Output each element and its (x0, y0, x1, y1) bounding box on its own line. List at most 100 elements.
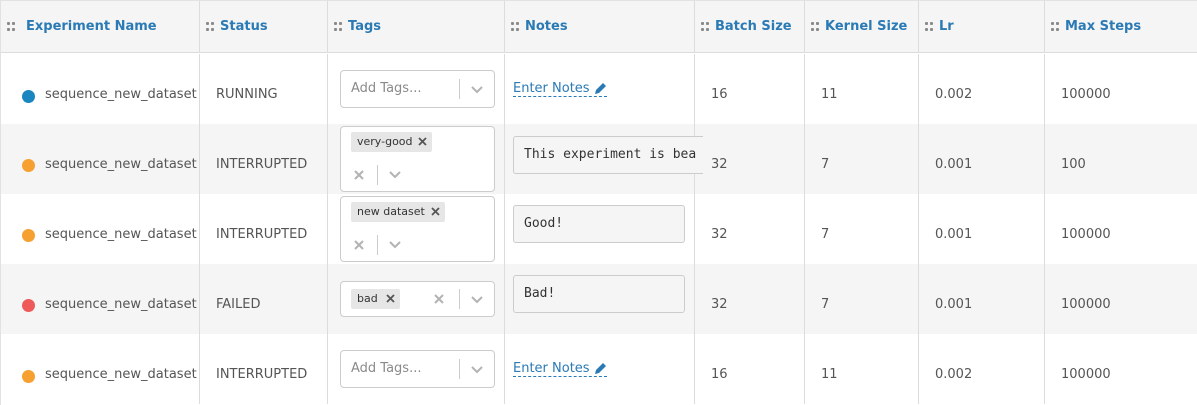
lr-value: 0.001 (935, 297, 973, 312)
notes-textarea[interactable]: Bad! (513, 275, 685, 313)
batch-size-cell: 32 (695, 194, 805, 264)
column-label: Kernel Size (825, 19, 908, 34)
select-divider (459, 289, 460, 309)
notes-text: Bad! (524, 286, 556, 301)
enter-notes-link[interactable]: Enter Notes (513, 81, 607, 97)
max-steps-cell: 100000 (1045, 194, 1197, 264)
chevron-down-icon[interactable] (388, 170, 402, 180)
table-row[interactable]: sequence_new_dataset RUNNING Add Tags...… (1, 54, 1197, 124)
kernel-size-cell: 11 (805, 334, 919, 404)
chevron-down-icon[interactable] (388, 240, 402, 250)
status-text: RUNNING (216, 87, 278, 102)
remove-tag-icon[interactable] (418, 137, 427, 146)
kernel-size-cell: 7 (805, 264, 919, 334)
column-header-status[interactable]: Status (200, 1, 328, 53)
enter-notes-label: Enter Notes (513, 361, 590, 376)
clear-tags-icon[interactable] (353, 239, 365, 251)
drag-handle-icon[interactable] (701, 22, 709, 32)
status-dot-icon (22, 90, 35, 103)
kernel-size-value: 11 (821, 367, 838, 382)
status-text: FAILED (216, 297, 261, 312)
column-label: Experiment Name (26, 19, 157, 34)
kernel-size-value: 11 (821, 87, 838, 102)
lr-value: 0.002 (935, 87, 973, 102)
notes-textarea[interactable]: Good! (513, 205, 685, 243)
pencil-icon (594, 83, 606, 94)
tags-select[interactable]: new dataset (340, 196, 495, 262)
drag-handle-icon[interactable] (811, 22, 819, 32)
table-row[interactable]: sequence_new_dataset INTERRUPTED very-go… (1, 124, 1197, 194)
drag-handle-icon[interactable] (511, 22, 519, 32)
lr-cell: 0.001 (919, 264, 1045, 334)
chevron-down-icon[interactable] (470, 85, 484, 95)
batch-size-cell: 16 (695, 54, 805, 124)
tag-label: bad (357, 292, 378, 305)
max-steps-value: 100000 (1061, 297, 1111, 312)
remove-tag-icon[interactable] (386, 294, 395, 303)
tags-select[interactable]: Add Tags... (340, 70, 495, 108)
status-dot-icon (22, 229, 35, 242)
clear-tags-icon[interactable] (433, 293, 445, 305)
lr-cell: 0.002 (919, 54, 1045, 124)
max-steps-cell: 100000 (1045, 334, 1197, 404)
batch-size-value: 32 (711, 297, 728, 312)
experiment-name: sequence_new_dataset (45, 297, 197, 312)
experiment-name: sequence_new_dataset (45, 87, 197, 102)
table-row[interactable]: sequence_new_dataset INTERRUPTED Add Tag… (1, 334, 1197, 404)
experiment-name-cell: sequence_new_dataset (1, 264, 200, 334)
status-cell: INTERRUPTED (200, 194, 328, 264)
select-divider (459, 359, 460, 379)
column-header-notes[interactable]: Notes (505, 1, 695, 53)
experiment-name-cell: sequence_new_dataset (1, 54, 200, 124)
lr-cell: 0.001 (919, 124, 1045, 194)
table-row[interactable]: sequence_new_dataset INTERRUPTED new dat… (1, 194, 1197, 264)
notes-text: Good! (524, 216, 564, 231)
drag-handle-icon[interactable] (206, 22, 214, 32)
column-header-kernel-size[interactable]: Kernel Size (805, 1, 919, 53)
experiment-name-cell: sequence_new_dataset (1, 194, 200, 264)
notes-textarea[interactable]: This experiment is bea (513, 136, 703, 174)
lr-value: 0.002 (935, 367, 973, 382)
column-header-lr[interactable]: Lr (919, 1, 1045, 53)
experiment-name-cell: sequence_new_dataset (1, 334, 200, 404)
kernel-size-cell: 7 (805, 194, 919, 264)
enter-notes-link[interactable]: Enter Notes (513, 361, 607, 377)
experiment-name-cell: sequence_new_dataset (1, 124, 200, 194)
column-label: Tags (348, 19, 382, 34)
tags-select[interactable]: very-good (340, 126, 495, 192)
tag-label: new dataset (357, 205, 425, 218)
status-cell: INTERRUPTED (200, 334, 328, 404)
chevron-down-icon[interactable] (470, 295, 484, 305)
tags-cell: new dataset (328, 194, 505, 264)
kernel-size-cell: 7 (805, 124, 919, 194)
column-label: Status (220, 19, 268, 34)
tags-select[interactable]: bad (340, 281, 495, 317)
column-label: Notes (525, 19, 568, 34)
drag-handle-icon[interactable] (334, 22, 342, 32)
drag-handle-icon[interactable] (7, 22, 15, 32)
column-header-experiment-name[interactable]: Experiment Name (1, 1, 200, 53)
drag-handle-icon[interactable] (925, 22, 933, 32)
column-header-batch-size[interactable]: Batch Size (695, 1, 805, 53)
select-divider (377, 235, 378, 255)
column-header-max-steps[interactable]: Max Steps (1045, 1, 1197, 53)
kernel-size-value: 7 (821, 297, 830, 312)
kernel-size-value: 7 (821, 157, 830, 172)
column-label: Batch Size (715, 19, 792, 34)
column-header-tags[interactable]: Tags (328, 1, 505, 53)
experiment-name: sequence_new_dataset (45, 367, 197, 382)
notes-cell: This experiment is bea (505, 124, 703, 194)
tags-placeholder: Add Tags... (351, 81, 422, 96)
status-dot-icon (22, 370, 35, 383)
max-steps-value: 100000 (1061, 367, 1111, 382)
clear-tags-icon[interactable] (353, 169, 365, 181)
status-text: INTERRUPTED (216, 367, 308, 382)
table-row[interactable]: sequence_new_dataset FAILED bad Bad! 32 (1, 264, 1197, 334)
experiments-table: Experiment Name Status Tags Notes Batch … (0, 0, 1197, 405)
tags-select[interactable]: Add Tags... (340, 350, 495, 388)
remove-tag-icon[interactable] (431, 207, 440, 216)
kernel-size-value: 7 (821, 227, 830, 242)
max-steps-cell: 100 (1045, 124, 1197, 194)
drag-handle-icon[interactable] (1051, 22, 1059, 32)
chevron-down-icon[interactable] (470, 365, 484, 375)
